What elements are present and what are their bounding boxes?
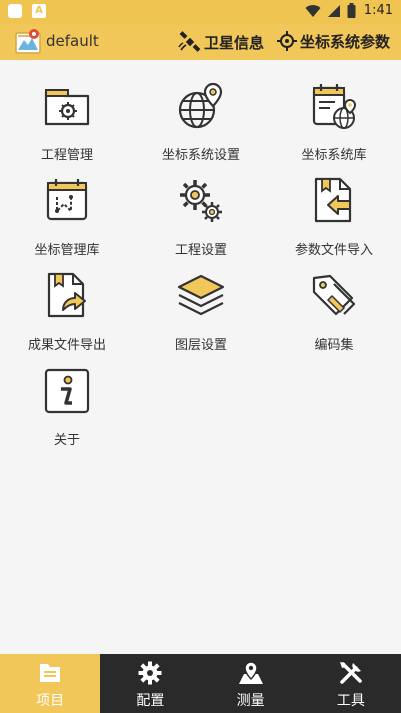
nav-tab-measure[interactable]: 测量 [201,654,301,713]
file-import-icon [314,177,352,223]
menu-label: 编码集 [314,338,354,353]
calendar-globe-icon [312,84,357,129]
signal-icon [327,4,340,17]
coordinate-params-label: 坐标系统参数 [300,32,391,51]
menu-label: 工程设置 [174,243,227,258]
app-logo-icon [15,29,41,54]
menu-item-coord-system-library[interactable]: 坐标系统库 [267,76,401,171]
nav-label: 测量 [236,693,265,709]
project-name: default [46,32,99,50]
bottom-nav: 项目 配置 测量 工具 [0,654,401,713]
app-header: default 卫星信息 坐标系统参数 [0,24,401,60]
satellite-icon [178,31,201,52]
nav-label: 配置 [136,693,165,709]
clock: 1:41 [363,3,393,18]
calendar-route-icon [46,179,88,221]
menu-label: 坐标管理库 [34,243,100,258]
gears-icon [180,180,222,222]
info-icon [44,368,90,414]
coordinate-params-button[interactable]: 坐标系统参数 [276,30,390,52]
nav-tab-config[interactable]: 配置 [100,654,200,713]
tags-icon [312,274,356,316]
menu-item-code-set[interactable]: 编码集 [267,266,401,361]
app-notification-icon: A [32,4,46,18]
status-right: 1:41 [305,3,393,18]
menu-label: 关于 [53,433,80,448]
battery-icon [347,3,356,18]
file-export-icon [47,272,86,318]
menu-item-project-management[interactable]: 工程管理 [0,76,134,171]
menu-item-project-settings[interactable]: 工程设置 [134,171,268,266]
nav-label: 工具 [336,693,365,709]
layers-icon [177,274,225,316]
menu-item-about[interactable]: 关于 [0,361,134,456]
menu-item-coord-system-settings[interactable]: 坐标系统设置 [134,76,268,171]
nav-label: 项目 [36,693,65,709]
menu-item-coord-management-library[interactable]: 坐标管理库 [0,171,134,266]
gear-icon [138,661,162,685]
menu-label: 工程管理 [40,148,93,163]
menu-label: 图层设置 [174,338,227,353]
status-left: A [8,4,46,18]
nav-tab-tools[interactable]: 工具 [301,654,401,713]
menu-label: 坐标系统库 [301,148,367,163]
menu-label: 成果文件导出 [27,338,106,353]
project-folder-icon [44,89,90,126]
menu-label: 参数文件导入 [294,243,373,258]
menu-label: 坐标系统设置 [161,148,240,163]
crosshair-icon [277,31,297,51]
menu-item-param-file-import[interactable]: 参数文件导入 [267,171,401,266]
tools-icon [339,662,362,684]
status-bar: A 1:41 [0,0,401,24]
satellite-info-label: 卫星信息 [204,33,265,52]
satellite-info-button[interactable]: 卫星信息 [178,30,264,54]
map-pin-icon [238,661,263,684]
menu-item-layer-settings[interactable]: 图层设置 [134,266,268,361]
notification-icon [8,4,22,18]
nav-tab-project[interactable]: 项目 [0,654,101,713]
project-list-icon [40,664,61,682]
globe-pin-icon [178,82,223,129]
menu-item-result-file-export[interactable]: 成果文件导出 [0,266,134,361]
wifi-icon [305,4,321,17]
